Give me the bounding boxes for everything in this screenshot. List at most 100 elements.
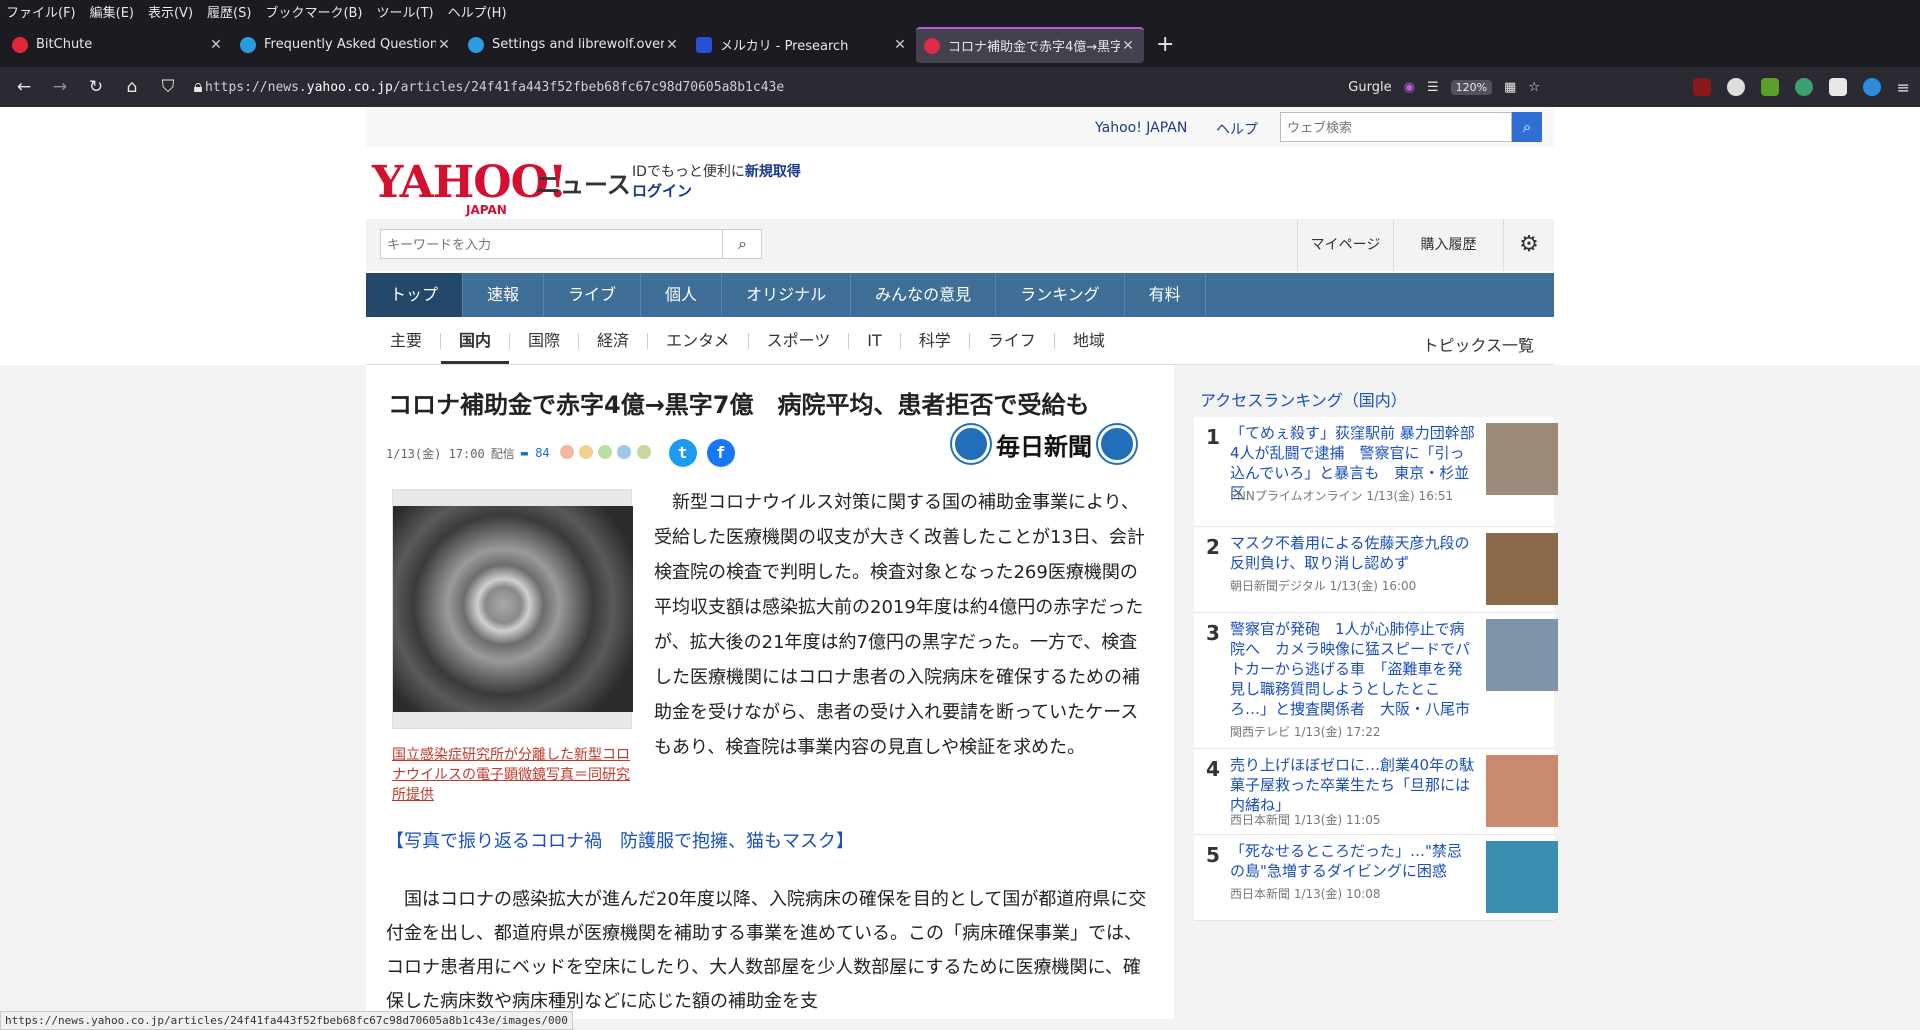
- ranking-thumbnail[interactable]: [1486, 841, 1558, 913]
- reader-view-icon[interactable]: ☰: [1427, 80, 1439, 95]
- category-international[interactable]: 国際: [509, 332, 580, 349]
- reload-icon[interactable]: ↻: [78, 77, 114, 97]
- menu-history[interactable]: 履歴(S): [207, 2, 251, 21]
- extension-blue-icon[interactable]: [1862, 78, 1881, 96]
- ranking-thumbnail[interactable]: [1486, 755, 1558, 827]
- article-date: 1/13(金) 17:00: [386, 446, 485, 461]
- reaction-faces[interactable]: [559, 444, 651, 462]
- tab-presearch[interactable]: メルカリ - Presearch ✕: [688, 27, 916, 63]
- nav-paid[interactable]: 有料: [1125, 273, 1206, 317]
- category-main[interactable]: 主要: [366, 332, 442, 349]
- twitter-icon[interactable]: t: [668, 439, 697, 467]
- bookmark-star-icon[interactable]: ☆: [1528, 80, 1540, 95]
- nav-individual[interactable]: 個人: [641, 273, 723, 317]
- new-tab-button[interactable]: +: [1156, 32, 1174, 57]
- nav-breaking[interactable]: 速報: [463, 273, 545, 317]
- extensions-puzzle-icon[interactable]: [1828, 78, 1847, 96]
- ranking-item[interactable]: 3 警察官が発砲 1人が心肺停止で病院へ カメラ映像に猛スピードでパトカーから逃…: [1194, 613, 1558, 749]
- ranking-item[interactable]: 5 「死なせるところだった」…"禁忌の島"急増するダイビングに困惑 西日本新聞 …: [1194, 835, 1558, 921]
- comment-icon: ▬: [520, 446, 528, 460]
- ranking-item[interactable]: 1 「てめぇ殺す」荻窪駅前 暴力団幹部4人が乱闘で逮捕 警察官に「引っ込んでいろ…: [1194, 417, 1558, 527]
- tab-title: メルカリ - Presearch: [720, 39, 849, 54]
- virus-micrograph-image[interactable]: [393, 506, 633, 712]
- article-body-paragraph: 新型コロナウイルス対策に関する国の補助金事業により、受給した医療機関の収支が大き…: [654, 492, 1145, 758]
- menu-file[interactable]: ファイル(F): [6, 2, 76, 21]
- category-entertainment[interactable]: エンタメ: [648, 332, 749, 349]
- ranking-thumbnail[interactable]: [1486, 423, 1558, 495]
- category-life[interactable]: ライフ: [970, 332, 1055, 349]
- ranking-title-link[interactable]: 警察官が発砲 1人が心肺停止で病院へ カメラ映像に猛スピードでパトカーから逃げる…: [1230, 619, 1476, 719]
- news-logo-text[interactable]: ニュース: [536, 165, 631, 200]
- web-search-input[interactable]: [1280, 112, 1512, 142]
- search-icon[interactable]: ⌕: [722, 229, 762, 259]
- category-science[interactable]: 科学: [901, 332, 970, 349]
- nav-ranking[interactable]: ランキング: [996, 273, 1125, 317]
- category-economy[interactable]: 経済: [579, 332, 649, 349]
- topics-list-link[interactable]: トピックス一覧: [1422, 332, 1534, 356]
- gurgle-icon[interactable]: ◉: [1404, 80, 1415, 95]
- yahoo-japan-link[interactable]: Yahoo! JAPAN: [1095, 120, 1187, 136]
- qr-icon[interactable]: ▦: [1504, 80, 1516, 95]
- extension-globe-icon[interactable]: [1794, 78, 1813, 96]
- extension-green-icon[interactable]: [1760, 78, 1779, 96]
- ranking-title-link[interactable]: マスク不着用による佐藤天彦九段の反則負け、取り消し認めず: [1230, 533, 1476, 573]
- close-icon[interactable]: ✕: [208, 37, 224, 53]
- tab-bitchute[interactable]: BitChute ✕: [4, 27, 232, 63]
- keyword-search-input[interactable]: [380, 229, 762, 259]
- nav-top[interactable]: トップ: [366, 273, 464, 317]
- close-icon[interactable]: ✕: [436, 37, 452, 53]
- help-link[interactable]: ヘルプ: [1216, 119, 1258, 139]
- yahoo-logo-sub: JAPAN: [466, 203, 507, 217]
- category-domestic[interactable]: 国内: [441, 332, 510, 364]
- back-icon[interactable]: ←: [6, 77, 42, 97]
- menu-help[interactable]: ヘルプ(H): [448, 2, 507, 21]
- ranking-thumbnail[interactable]: [1486, 619, 1558, 691]
- gear-icon[interactable]: ⚙: [1503, 219, 1554, 271]
- shield-icon[interactable]: ⛉: [150, 77, 186, 97]
- mypage-link[interactable]: マイページ: [1297, 219, 1393, 271]
- close-icon[interactable]: ✕: [1120, 38, 1136, 54]
- ranking-meta: FNNプライムオンライン 1/13(金) 16:51: [1230, 489, 1454, 503]
- nav-opinions[interactable]: みんなの意見: [851, 273, 997, 317]
- category-it[interactable]: IT: [849, 332, 901, 349]
- menu-view[interactable]: 表示(V): [148, 2, 193, 21]
- login-link[interactable]: ログイン: [632, 180, 692, 201]
- category-region[interactable]: 地域: [1055, 332, 1123, 349]
- ublock-icon[interactable]: [1692, 78, 1711, 96]
- menu-bookmarks[interactable]: ブックマーク(B): [265, 2, 362, 21]
- tab-faq[interactable]: Frequently Asked Questions ✕: [232, 27, 460, 63]
- search-icon[interactable]: ⌕: [1512, 112, 1542, 142]
- purchase-history-link[interactable]: 購入履歴: [1393, 219, 1503, 271]
- ranking-item[interactable]: 4 売り上げほぼゼロに…創業40年の駄菓子屋救った卒業生たち「旦那には内緒ね」 …: [1194, 749, 1558, 835]
- article-photo[interactable]: [392, 489, 633, 729]
- menu-tools[interactable]: ツール(T): [377, 2, 434, 21]
- ranking-title: アクセスランキング（国内）: [1200, 391, 1407, 410]
- facebook-icon[interactable]: f: [706, 439, 735, 467]
- ranking-title-link[interactable]: 売り上げほぼゼロに…創業40年の駄菓子屋救った卒業生たち「旦那には内緒ね」: [1230, 755, 1476, 815]
- home-icon[interactable]: ⌂: [114, 77, 150, 97]
- ranking-item[interactable]: 2 マスク不着用による佐藤天彦九段の反則負け、取り消し認めず 朝日新聞デジタル …: [1194, 527, 1558, 613]
- hamburger-menu-icon[interactable]: ≡: [1897, 78, 1910, 97]
- publisher-logo[interactable]: 毎日新聞: [952, 425, 1136, 463]
- ranking-title-link[interactable]: 「死なせるところだった」…"禁忌の島"急増するダイビングに困惑: [1230, 841, 1476, 881]
- zoom-level[interactable]: 120%: [1450, 79, 1493, 95]
- category-sports[interactable]: スポーツ: [749, 332, 850, 349]
- close-icon[interactable]: ✕: [664, 37, 680, 53]
- tab-settings[interactable]: Settings and librewolf.overrides ✕: [460, 27, 688, 63]
- web-page: Yahoo! JAPAN ヘルプ ⌕ YAHOO! JAPAN ニュース IDで…: [0, 107, 1920, 1019]
- ranking-meta: 西日本新聞 1/13(金) 10:08: [1230, 887, 1381, 901]
- photo-caption[interactable]: 国立感染症研究所が分離した新型コロナウイルスの電子顕微鏡写真＝同研究所提供: [392, 745, 632, 805]
- related-photos-link[interactable]: 【写真で振り返るコロナ禍 防護服で抱擁、猫もマスク】: [386, 827, 854, 853]
- nav-original[interactable]: オリジナル: [722, 273, 852, 317]
- tab-yahoo-news[interactable]: コロナ補助金で赤字4億→黒字7億 ✕: [916, 26, 1144, 63]
- close-icon[interactable]: ✕: [892, 37, 908, 53]
- extension-circle-icon[interactable]: [1726, 78, 1745, 96]
- signup-link[interactable]: 新規取得: [745, 164, 801, 180]
- ranking-thumbnail[interactable]: [1486, 533, 1558, 605]
- gurgle-label[interactable]: Gurgle: [1348, 80, 1391, 95]
- forward-icon[interactable]: →: [42, 77, 78, 97]
- id-promo-text: IDでもっと便利に: [632, 164, 745, 180]
- menu-edit[interactable]: 編集(E): [90, 2, 134, 21]
- nav-live[interactable]: ライブ: [544, 273, 642, 317]
- comment-count[interactable]: ▬ 84: [521, 446, 550, 460]
